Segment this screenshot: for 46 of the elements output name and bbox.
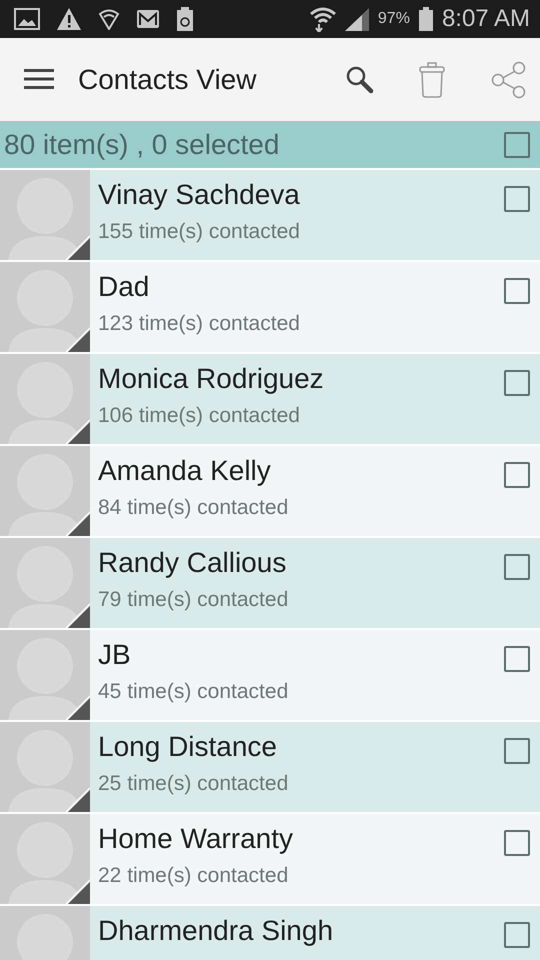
contact-checkbox[interactable] [504, 370, 530, 396]
contact-checkbox[interactable] [504, 922, 530, 948]
contact-name: Home Warranty [98, 822, 294, 856]
selection-summary: 80 item(s) , 0 selected [4, 128, 280, 162]
contact-checkbox[interactable] [504, 278, 530, 304]
contact-checkbox[interactable] [504, 186, 530, 212]
contact-name: Vinay Sachdeva [98, 178, 301, 212]
contact-checkbox[interactable] [504, 462, 530, 488]
share-icon [490, 60, 528, 98]
contact-checkbox[interactable] [504, 738, 530, 764]
contact-checkbox[interactable] [504, 554, 530, 580]
contact-name: Dharmendra Singh [98, 914, 334, 948]
contact-name: Long Distance [98, 730, 278, 764]
image-icon [14, 8, 40, 30]
contact-name: Monica Rodriguez [98, 362, 325, 396]
delete-button[interactable] [418, 62, 446, 98]
contact-count: 123 time(s) contacted [98, 310, 301, 337]
battery-icon [418, 7, 434, 31]
menu-icon [24, 68, 54, 90]
contact-count: 25 time(s) contacted [98, 770, 290, 797]
contact-checkbox[interactable] [504, 646, 530, 672]
trash-icon [418, 62, 446, 98]
contact-name: Dad [98, 270, 150, 304]
signal-icon [344, 7, 370, 31]
wifi-icon [310, 6, 336, 32]
battery-percent: 97% [378, 9, 410, 29]
contact-name: Amanda Kelly [98, 454, 272, 488]
contact-name: Randy Callious [98, 546, 288, 580]
screen-title: Contacts View [78, 62, 256, 96]
search-button[interactable] [346, 66, 374, 94]
menu-button[interactable] [24, 68, 54, 92]
mail-icon [136, 9, 160, 29]
contact-count: 155 time(s) contacted [98, 218, 301, 245]
contact-name: JB [98, 638, 132, 672]
select-all-checkbox[interactable] [504, 132, 530, 158]
contact-count: 84 time(s) contacted [98, 494, 290, 521]
contact-count: 106 time(s) contacted [98, 402, 301, 429]
contact-count: 45 time(s) contacted [98, 678, 290, 705]
contact-checkbox[interactable] [504, 830, 530, 856]
share-button[interactable] [490, 60, 528, 98]
search-icon [346, 66, 374, 94]
contact-count: 79 time(s) contacted [98, 586, 290, 613]
clock: 8:07 AM [442, 4, 530, 34]
contact-count: 22 time(s) contacted [98, 862, 290, 889]
warning-icon [56, 7, 82, 31]
shield-wifi-icon [98, 8, 120, 30]
